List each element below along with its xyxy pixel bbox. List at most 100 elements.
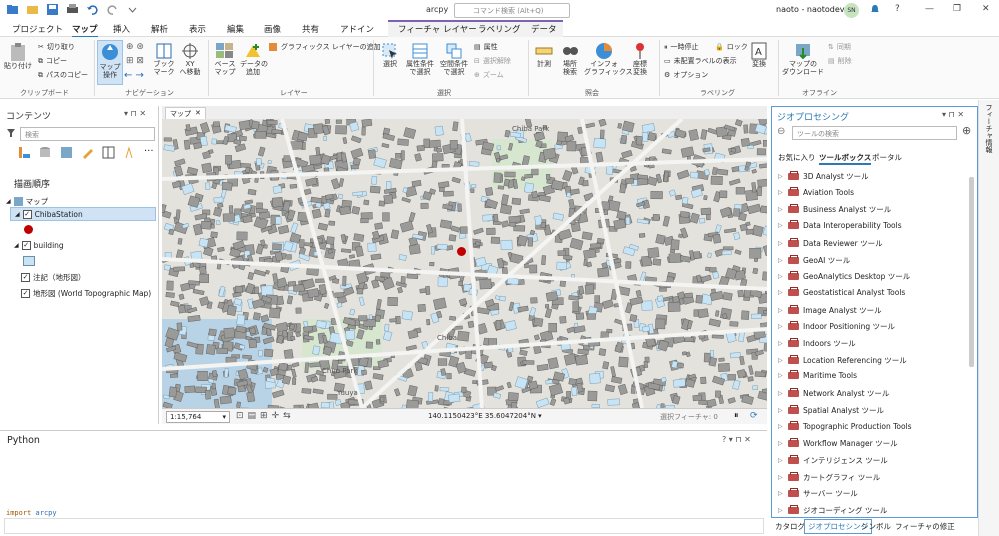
toolbox-item[interactable]: ▷ Geostatistical Analyst Tools [778, 286, 905, 297]
toc-layer-annotation[interactable]: ✓ 注記（地形図） [21, 272, 86, 283]
attributes-button[interactable]: ▤ 属性 [474, 42, 498, 52]
tab-edit[interactable]: 編集 [227, 23, 244, 35]
layer-checkbox[interactable]: ✓ [21, 289, 30, 298]
go-to-xy-button[interactable]: XY へ移動 [178, 42, 202, 76]
paste-button[interactable]: 貼り付け [4, 42, 32, 70]
avatar[interactable]: SN [844, 3, 859, 18]
convert-coordinates-button[interactable]: 座標 変換 [627, 42, 653, 76]
copy-button[interactable]: ⧉ コピー [38, 56, 67, 66]
expand-icon[interactable]: ▷ [778, 407, 784, 414]
toolbox-item[interactable]: ▷ サーバー ツール [778, 488, 858, 499]
tab-labeling[interactable]: ラベリング [478, 23, 521, 35]
toolbox-item[interactable]: ▷ 3D Analyst ツール [778, 171, 869, 182]
fixed-zoom-icon[interactable]: ⊞ ⊠ [126, 56, 144, 66]
tab-imagery[interactable]: 画像 [264, 23, 281, 35]
explore-button[interactable]: マップ 操作 [97, 40, 123, 85]
filter-icon[interactable] [6, 128, 16, 138]
sync-button[interactable]: ⇅ 同期 [828, 42, 851, 52]
expand-icon[interactable]: ▷ [778, 257, 784, 264]
toc-layer-building[interactable]: ◢ ✓ building [14, 241, 64, 250]
tab-addin[interactable]: アドイン [340, 23, 374, 35]
help-icon[interactable]: ? [895, 4, 900, 14]
expand-icon[interactable]: ▷ [778, 457, 784, 464]
tab-symbology[interactable]: シンボル [861, 521, 891, 532]
toolbox-item[interactable]: ▷ Business Analyst ツール [778, 204, 891, 215]
polygon-symbol-icon[interactable] [23, 256, 35, 266]
add-graphics-layer-button[interactable]: グラフィックス レイヤーの追加 [268, 42, 381, 52]
select-by-location-button[interactable]: 空間条件 で選択 [438, 42, 470, 76]
editing-view-icon[interactable] [81, 146, 94, 159]
scrollbar[interactable] [969, 177, 974, 367]
zoom-to-selection-button[interactable]: ⊕ ズーム [474, 70, 504, 80]
coordinate-readout[interactable]: 140.1150423°E 35.6047204°N ▾ [428, 412, 542, 420]
python-input[interactable] [4, 518, 764, 534]
toolbox-item[interactable]: ▷ Maritime Tools [778, 370, 857, 380]
tab-view[interactable]: 表示 [189, 23, 206, 35]
toolbox-item[interactable]: ▷ Aviation Tools [778, 186, 854, 197]
toolbox-item[interactable]: ▷ Data Reviewer ツール [778, 237, 883, 249]
expand-icon[interactable]: ◢ [14, 242, 19, 249]
layer-checkbox[interactable]: ✓ [21, 241, 31, 250]
labeling-options-button[interactable]: ⚙ オプション [664, 70, 708, 80]
expand-icon[interactable]: ▷ [778, 273, 784, 280]
expand-icon[interactable]: ▷ [778, 323, 784, 330]
toolbox-item[interactable]: ▷ Indoors ツール [778, 338, 856, 349]
tab-favorites[interactable]: お気に入り [778, 152, 816, 163]
python-pane-options[interactable]: ? ▾ ⊓ ✕ [722, 435, 751, 444]
customize-qat-icon[interactable] [126, 3, 139, 16]
toolbox-item[interactable]: ▷ Network Analyst ツール [778, 388, 889, 399]
map-view[interactable]: Chiba Park Chuo Park Chiba Yuuya [162, 119, 767, 408]
remove-button[interactable]: ▤ 削除 [828, 56, 852, 66]
toolbox-item[interactable]: ▷ ジオコーディング ツール [778, 505, 887, 516]
minimize-icon[interactable]: — [925, 4, 934, 14]
convert-labels-button[interactable]: A 変換 [748, 42, 770, 68]
expand-icon[interactable]: ▷ [778, 390, 784, 397]
side-tab-feature-info[interactable]: フィーチャ情報 [984, 104, 994, 153]
measure-button[interactable]: 計測 [532, 42, 556, 68]
toolbox-item[interactable]: ▷ Spatial Analyst ツール [778, 404, 884, 416]
map-navigation-tools[interactable]: ⊡▤⊞✛⇆ [236, 411, 295, 421]
tab-portal[interactable]: ポータル [872, 152, 902, 163]
toolbox-item[interactable]: ▷ Topographic Production Tools [778, 420, 912, 431]
toc-map-row[interactable]: ◢ マップ [6, 196, 48, 207]
basemap-button[interactable]: ベース マップ [212, 42, 238, 76]
expand-icon[interactable]: ▷ [778, 372, 784, 379]
tab-feature-layer[interactable]: フィーチャ レイヤー [398, 23, 477, 35]
expand-icon[interactable]: ▷ [778, 222, 784, 229]
toolbox-item[interactable]: ▷ GeoAnalytics Desktop ツール [778, 271, 910, 282]
expand-icon[interactable]: ▷ [778, 490, 784, 497]
download-map-button[interactable]: マップの ダウンロード [782, 42, 824, 76]
pane-options-icon[interactable]: ▾ ⊓ ✕ [942, 110, 964, 119]
print-icon[interactable] [66, 3, 79, 16]
notification-icon[interactable] [870, 4, 880, 15]
tab-catalog[interactable]: カタログ [775, 521, 805, 532]
save-icon[interactable] [46, 3, 59, 16]
toolbox-item[interactable]: ▷ Location Referencing ツール [778, 354, 907, 366]
tab-modify-features[interactable]: フィーチャの修正 [895, 521, 955, 532]
expand-icon[interactable]: ▷ [778, 357, 784, 364]
expand-icon[interactable]: ▷ [778, 474, 784, 481]
refresh-icon[interactable]: ⟳ [750, 411, 758, 421]
expand-icon[interactable]: ▷ [778, 340, 784, 347]
close-tab-icon[interactable]: ✕ [195, 109, 201, 119]
labeling-view-icon[interactable] [123, 146, 136, 159]
bookmarks-button[interactable]: ブック マーク [150, 42, 178, 76]
undo-icon[interactable] [86, 3, 99, 16]
expand-icon[interactable]: ▷ [778, 423, 784, 430]
new-project-icon[interactable] [26, 3, 39, 16]
expand-icon[interactable]: ▷ [778, 289, 784, 296]
tab-project[interactable]: プロジェクト [12, 23, 63, 35]
contents-search-input[interactable]: 検索 [20, 127, 155, 141]
layer-checkbox[interactable]: ✓ [22, 209, 32, 219]
toc-layer-basemap[interactable]: ✓ 地形図 (World Topographic Map) [21, 288, 151, 299]
redo-icon[interactable] [106, 3, 119, 16]
toolbox-item[interactable]: ▷ インテリジェンス ツール [778, 454, 888, 466]
toolbox-item[interactable]: ▷ Workflow Manager ツール [778, 438, 898, 449]
tab-analysis[interactable]: 解析 [151, 23, 168, 35]
tab-share[interactable]: 共有 [302, 23, 319, 35]
maximize-icon[interactable]: ❐ [953, 4, 961, 14]
user-name[interactable]: naoto - naotodev [776, 5, 845, 14]
command-search-input[interactable]: コマンド検索 (Alt+Q) [454, 3, 570, 18]
expand-icon[interactable]: ▷ [778, 307, 784, 314]
data-source-icon[interactable] [39, 146, 52, 159]
